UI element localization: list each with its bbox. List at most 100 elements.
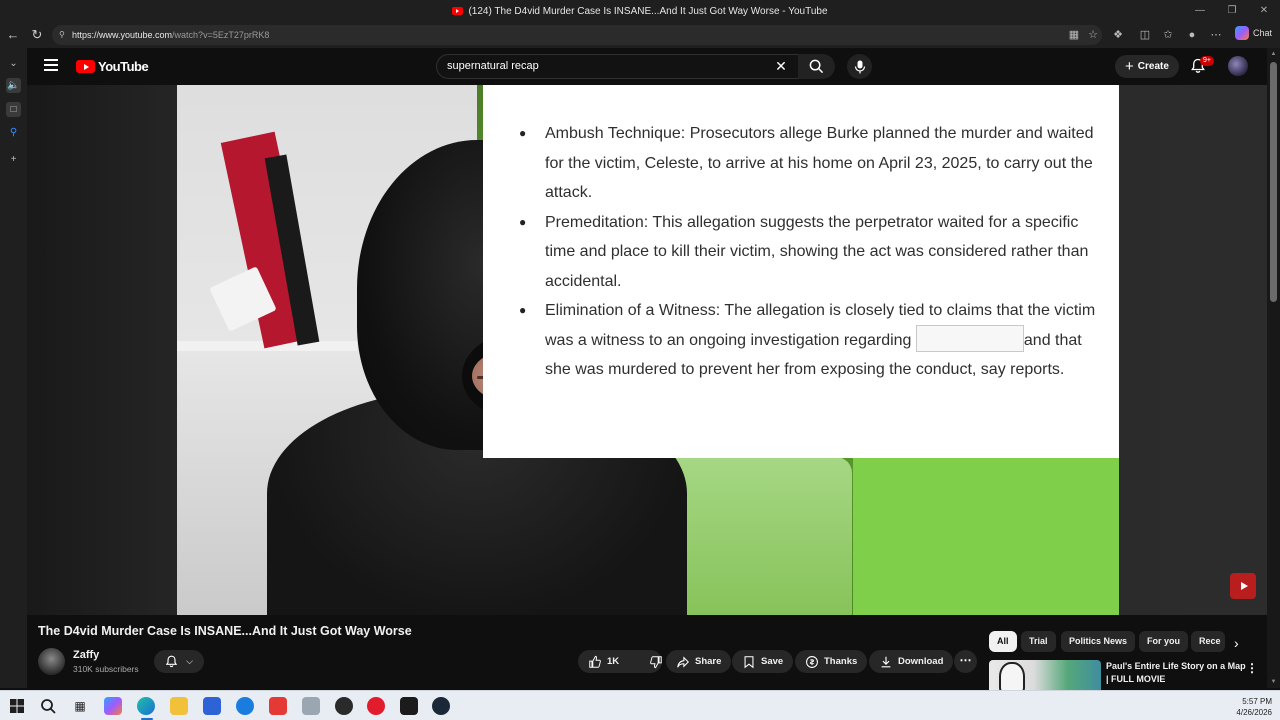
page-scrollbar[interactable]: ▲ ▼ [1267,48,1280,688]
game-app-icon[interactable] [335,697,353,715]
slide-bullet-list: Ambush Technique: Prosecutors allege Bur… [519,119,1111,385]
back-icon[interactable]: ← [4,26,22,44]
download-button[interactable]: Download [869,650,954,673]
subscribe-watermark-icon[interactable] [1230,573,1256,599]
green-panel [853,457,1119,615]
more-menu-icon[interactable]: ⋯ [1208,27,1224,43]
minimize-icon[interactable]: — [1184,0,1216,22]
url-path: /watch?v=5EzT27prRK8 [172,30,270,40]
youtube-play-icon [76,60,95,73]
favorites-icon[interactable]: ✩ [1160,27,1176,43]
scroll-up-icon[interactable]: ▲ [1270,51,1277,57]
thumbs-up-icon [589,655,601,668]
share-label: Share [695,656,722,667]
chevron-right-icon[interactable]: › [1234,635,1239,651]
url-field[interactable]: ⚲ https://www.youtube.com/watch?v=5EzT27… [52,25,1102,45]
channel-avatar[interactable] [38,648,65,675]
share-button[interactable]: Share [666,650,732,673]
subscriber-count: 310K subscribers [73,664,139,674]
tool-app-icon[interactable] [302,697,320,715]
lock-icon: ⚲ [59,30,65,39]
file-explorer-icon[interactable] [170,697,188,715]
steam-icon[interactable] [432,697,450,715]
slide-bullet: Premeditation: This allegation suggests … [519,208,1111,297]
task-view-icon[interactable]: ▦ [71,697,89,715]
store-icon[interactable] [203,697,221,715]
save-icon [744,655,754,668]
video-player[interactable]: Ambush Technique: Prosecutors allege Bur… [27,85,1267,615]
split-screen-icon[interactable]: ◫ [1137,27,1153,43]
address-bar-row: ← ↻ ⚲ https://www.youtube.com/watch?v=5E… [0,22,1280,48]
terminal-app-icon[interactable] [400,697,418,715]
favorite-star-icon[interactable]: ☆ [1085,27,1101,43]
clear-search-icon[interactable]: ✕ [773,58,789,74]
create-label: Create [1137,61,1169,72]
youtube-app-icon[interactable] [269,697,287,715]
new-tab-icon[interactable]: + [6,152,21,167]
close-window-icon[interactable]: ✕ [1248,0,1280,22]
more-actions-icon[interactable]: ⋯ [954,650,977,673]
scroll-down-icon[interactable]: ▼ [1270,679,1277,685]
browser-sidebar: ⌄ 🔈 □ ⚲ + [0,48,27,688]
windows-start-icon[interactable] [8,697,26,715]
share-icon [677,655,689,668]
copilot-icon [1234,26,1249,40]
system-clock[interactable]: 5:57 PM 4/26/2026 [1236,696,1272,718]
save-button[interactable]: Save [732,650,794,673]
profile-icon[interactable]: ● [1184,27,1200,43]
account-avatar[interactable] [1228,56,1248,76]
suggested-video-title[interactable]: Paul's Entire Life Story on a Map | FULL… [1106,660,1246,686]
chat-label: Chat [1252,28,1272,38]
extensions-icon[interactable]: ❖ [1110,27,1126,43]
youtube-masthead: YouTube supernatural recap ✕ + Create 9+ [27,48,1280,85]
refresh-icon[interactable]: ↻ [28,26,46,44]
copilot-taskbar-icon[interactable] [104,697,122,715]
bell-icon [165,655,178,668]
browser-title-bar: (124) The D4vid Murder Case Is INSANE...… [0,0,1280,22]
notification-badge: 9+ [1200,56,1214,66]
chip-politics-news[interactable]: Politics News [1061,631,1136,652]
chip-all[interactable]: All [989,631,1017,652]
slide-bullet: Ambush Technique: Prosecutors allege Bur… [519,119,1111,208]
voice-search-button[interactable] [847,54,872,79]
tab-thumbnail-icon[interactable]: □ [6,102,21,117]
browser-alt-icon[interactable] [236,697,254,715]
thumbnail-portrait [999,662,1025,690]
youtube-favicon-icon [452,7,464,15]
windows-search-icon[interactable] [39,697,57,715]
download-label: Download [898,656,944,667]
thumbs-down-icon [650,655,662,668]
chip-for-you[interactable]: For you [1139,631,1188,652]
video-frame[interactable]: Ambush Technique: Prosecutors allege Bur… [177,85,1119,615]
like-count: 1K [607,656,620,667]
copilot-chat-button[interactable]: Chat [1234,26,1272,40]
thanks-label: Thanks [824,656,858,667]
subscribed-notifications-button[interactable]: ⌵ [154,650,204,673]
plus-icon: + [1125,58,1134,75]
tab-actions-chevron-icon[interactable]: ⌄ [6,56,21,71]
search-tab-icon[interactable]: ⚲ [6,125,21,140]
download-icon [881,656,891,667]
opera-icon[interactable] [367,697,385,715]
chip-recent[interactable]: Rece [1191,631,1225,652]
menu-icon[interactable] [44,59,58,71]
like-button[interactable]: 1K [578,650,629,673]
channel-name[interactable]: Zaffy [73,649,99,661]
edge-taskbar-icon[interactable] [137,697,155,715]
thanks-button[interactable]: Thanks [795,650,868,673]
suggested-video-thumbnail[interactable] [989,660,1101,690]
restore-icon[interactable]: ❐ [1216,0,1248,22]
suggestion-more-icon[interactable]: ⋮ [1246,661,1258,675]
save-label: Save [761,656,784,667]
chip-trial[interactable]: Trial [1021,631,1056,652]
scrollbar-thumb[interactable] [1270,62,1277,302]
create-button[interactable]: + Create [1115,55,1179,78]
clock-time: 5:57 PM [1242,697,1272,706]
search-input[interactable]: supernatural recap [436,54,801,79]
audio-tab-icon[interactable]: 🔈 [6,78,21,93]
app-available-icon[interactable]: ▦ [1066,27,1082,43]
youtube-logo[interactable]: YouTube [76,59,149,74]
search-button[interactable] [798,54,835,79]
chevron-down-icon: ⌵ [186,656,193,666]
info-slide: Ambush Technique: Prosecutors allege Bur… [483,85,1119,458]
